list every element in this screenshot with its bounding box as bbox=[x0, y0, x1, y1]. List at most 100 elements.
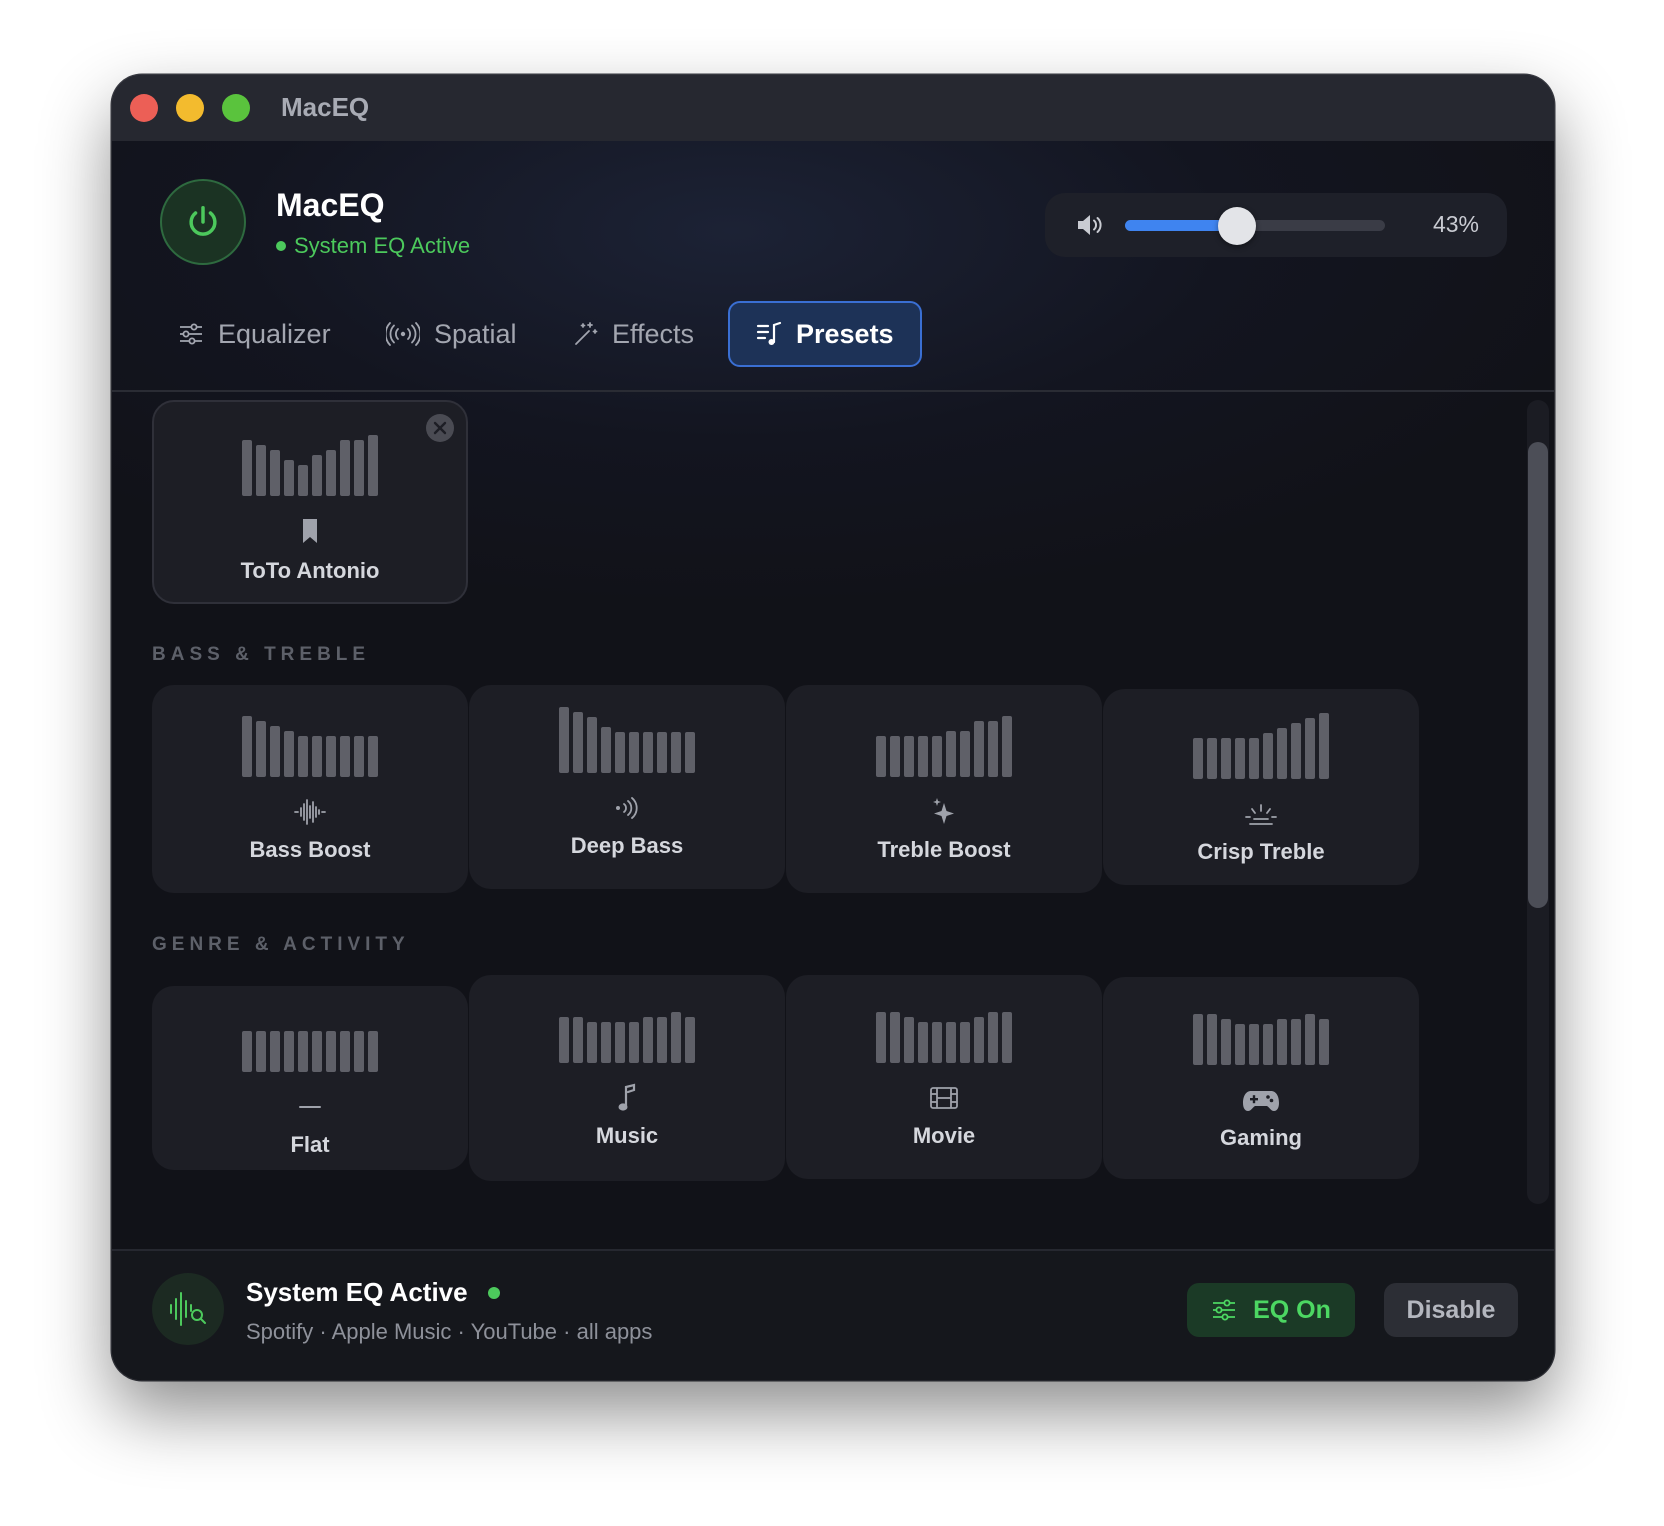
eq-on-label: EQ On bbox=[1253, 1295, 1331, 1324]
eq-band-bar bbox=[876, 1012, 886, 1063]
presets-scroll-area[interactable]: ToTo Antonio BASS & TREBLE Bass Boost De… bbox=[112, 392, 1554, 1249]
eq-band-bar bbox=[671, 1012, 681, 1063]
eq-curve-preview bbox=[242, 711, 378, 777]
minimize-window-button[interactable] bbox=[176, 94, 204, 122]
preset-card-movie[interactable]: Movie bbox=[786, 975, 1102, 1179]
eq-band-bar bbox=[354, 440, 364, 496]
preset-card-bass-boost[interactable]: Bass Boost bbox=[152, 685, 468, 893]
disable-button[interactable]: Disable bbox=[1384, 1283, 1518, 1337]
speaker-icon[interactable] bbox=[1075, 211, 1105, 239]
eq-band-bar bbox=[587, 1022, 597, 1063]
eq-band-bar bbox=[685, 732, 695, 773]
eq-band-bar bbox=[1235, 1024, 1245, 1065]
eq-band-bar bbox=[932, 1022, 942, 1063]
eq-band-bar bbox=[1277, 728, 1287, 779]
scrollbar[interactable] bbox=[1527, 400, 1549, 1204]
music-list-icon bbox=[756, 321, 782, 345]
window-title: MacEQ bbox=[281, 92, 370, 122]
tab-spatial[interactable]: Spatial bbox=[370, 301, 533, 367]
eq-band-bar bbox=[270, 1031, 280, 1072]
preset-label: Treble Boost bbox=[877, 837, 1011, 862]
tab-spatial-label: Spatial bbox=[434, 318, 517, 349]
eq-band-bar bbox=[932, 736, 942, 777]
header: MacEQ System EQ Active 43% Equalizer Spa… bbox=[112, 141, 1554, 392]
eq-curve-preview bbox=[559, 997, 695, 1063]
eq-band-bar bbox=[988, 1012, 998, 1063]
eq-band-bar bbox=[559, 1017, 569, 1063]
scrollbar-thumb[interactable] bbox=[1528, 442, 1548, 908]
volume-percent: 43% bbox=[1432, 211, 1479, 237]
sun-horizon-icon bbox=[1244, 799, 1278, 829]
footer-subtitle: Spotify · Apple Music · YouTube · all ap… bbox=[246, 1319, 653, 1344]
eq-band-bar bbox=[890, 1012, 900, 1063]
eq-on-button[interactable]: EQ On bbox=[1187, 1283, 1355, 1337]
eq-band-bar bbox=[340, 440, 350, 496]
eq-band-bar bbox=[1305, 1014, 1315, 1065]
sparkle-icon bbox=[930, 797, 958, 827]
preset-label: Music bbox=[595, 1123, 659, 1148]
app-status-text: System EQ Active bbox=[294, 233, 471, 258]
eq-band-bar bbox=[354, 736, 364, 777]
preset-card-flat[interactable]: Flat bbox=[152, 986, 468, 1170]
tab-equalizer-label: Equalizer bbox=[218, 318, 331, 349]
flat-line-icon bbox=[298, 1092, 322, 1122]
tab-presets[interactable]: Presets bbox=[728, 301, 922, 367]
preset-card-crisp-treble[interactable]: Crisp Treble bbox=[1103, 689, 1419, 885]
eq-band-bar bbox=[242, 1031, 252, 1072]
preset-label: Deep Bass bbox=[570, 833, 684, 858]
preset-card-music[interactable]: Music bbox=[469, 975, 785, 1181]
preset-label: Crisp Treble bbox=[1197, 839, 1325, 864]
preset-card-gaming[interactable]: Gaming bbox=[1103, 977, 1419, 1179]
eq-band-bar bbox=[1319, 1019, 1329, 1065]
eq-band-bar bbox=[1249, 738, 1259, 779]
app-name: MacEQ bbox=[276, 187, 385, 223]
eq-band-bar bbox=[1207, 738, 1217, 779]
eq-curve-preview bbox=[1193, 713, 1329, 779]
status-dot bbox=[487, 1286, 500, 1299]
eq-band-bar bbox=[904, 736, 914, 777]
volume-slider[interactable] bbox=[1125, 207, 1385, 245]
main-content: MacEQ System EQ Active 43% Equalizer Spa… bbox=[112, 141, 1554, 1380]
eq-band-bar bbox=[312, 455, 322, 496]
eq-band-bar bbox=[312, 736, 322, 777]
preset-label: Movie bbox=[912, 1123, 976, 1148]
preset-card-deep-bass[interactable]: Deep Bass bbox=[469, 685, 785, 889]
sound-waves-icon bbox=[614, 793, 640, 823]
eq-band-bar bbox=[1277, 1019, 1287, 1065]
eq-band-bar bbox=[1221, 738, 1231, 779]
eq-band-bar bbox=[657, 732, 667, 773]
spatial-waves-icon bbox=[386, 322, 420, 346]
maximize-window-button[interactable] bbox=[222, 94, 250, 122]
eq-band-bar bbox=[326, 1031, 336, 1072]
tab-equalizer[interactable]: Equalizer bbox=[162, 301, 347, 367]
power-button[interactable] bbox=[160, 179, 246, 265]
delete-preset-button[interactable] bbox=[426, 414, 454, 442]
eq-band-bar bbox=[1002, 1012, 1012, 1063]
preset-card-custom[interactable]: ToTo Antonio bbox=[152, 400, 468, 604]
eq-band-bar bbox=[960, 1022, 970, 1063]
eq-band-bar bbox=[615, 732, 625, 773]
eq-band-bar bbox=[1291, 1019, 1301, 1065]
eq-band-bar bbox=[960, 731, 970, 777]
eq-band-bar bbox=[298, 465, 308, 496]
volume-slider-thumb[interactable] bbox=[1217, 207, 1256, 245]
eq-band-bar bbox=[573, 1017, 583, 1063]
eq-band-bar bbox=[368, 1031, 378, 1072]
status-footer: System EQ Active Spotify · Apple Music ·… bbox=[112, 1249, 1554, 1380]
footer-title: System EQ Active bbox=[246, 1277, 468, 1307]
section-title-bass-treble: BASS & TREBLE bbox=[152, 644, 371, 665]
eq-band-bar bbox=[1002, 716, 1012, 777]
eq-band-bar bbox=[629, 732, 639, 773]
tab-effects[interactable]: Effects bbox=[556, 301, 710, 367]
music-note-icon bbox=[616, 1083, 638, 1113]
eq-band-bar bbox=[601, 1022, 611, 1063]
eq-band-bar bbox=[270, 450, 280, 496]
volume-control: 43% bbox=[1045, 193, 1507, 257]
eq-band-bar bbox=[1235, 738, 1245, 779]
footer-status: System EQ Active bbox=[246, 1277, 500, 1308]
eq-band-bar bbox=[988, 721, 998, 777]
preset-card-treble-boost[interactable]: Treble Boost bbox=[786, 685, 1102, 893]
eq-band-bar bbox=[1291, 723, 1301, 779]
eq-band-bar bbox=[1193, 738, 1203, 779]
close-window-button[interactable] bbox=[130, 94, 158, 122]
